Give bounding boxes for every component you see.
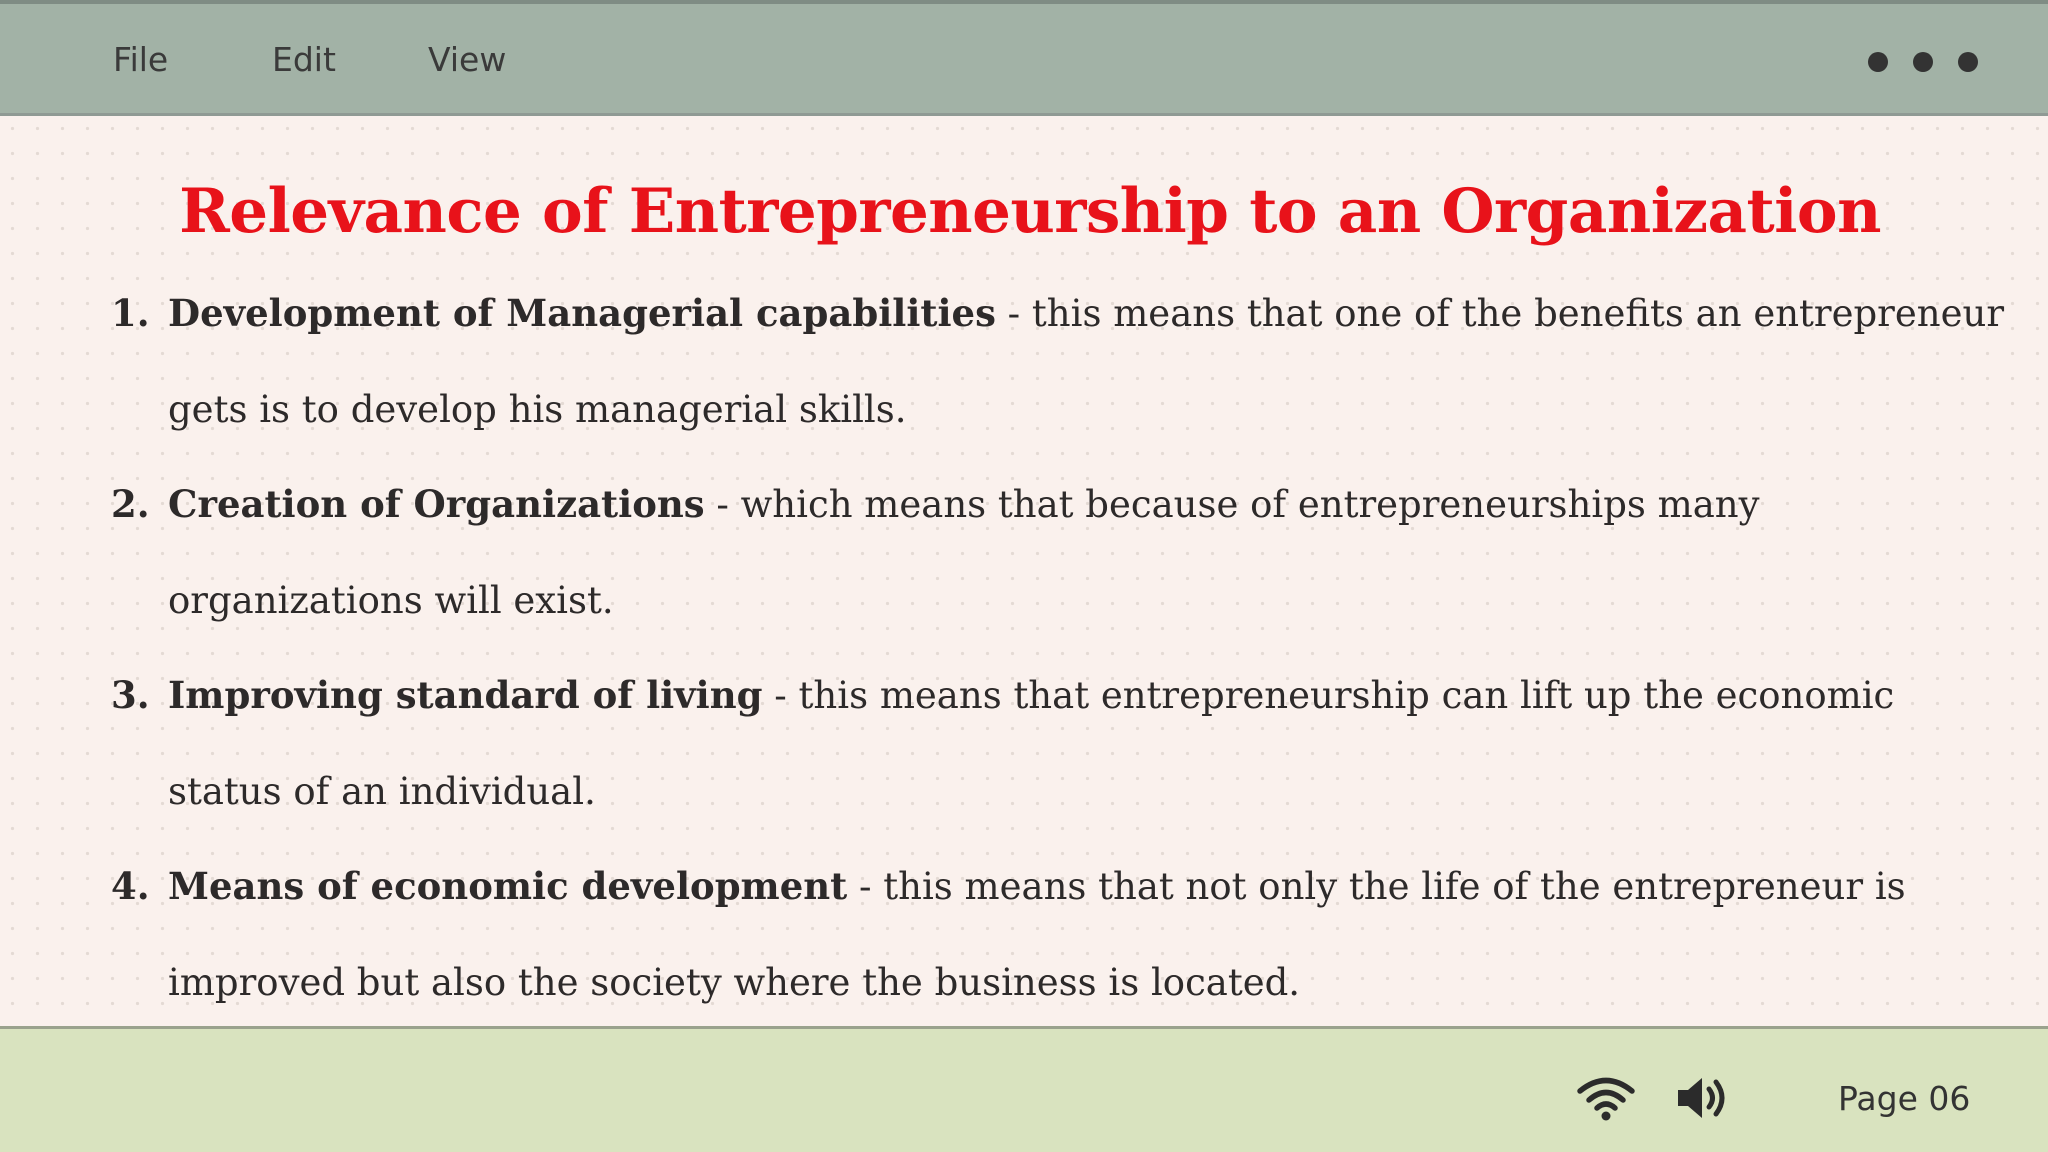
item-number: 2. (111, 482, 150, 526)
menu-file[interactable]: File (113, 40, 168, 79)
slide-content: Relevance of Entrepreneurship to an Orga… (0, 116, 2048, 1028)
item-number: 3. (111, 673, 150, 717)
slide-title: Relevance of Entrepreneurship to an Orga… (179, 176, 1881, 247)
item-term: Creation of Organizations (168, 482, 705, 526)
item-number: 1. (111, 291, 150, 335)
item-term: Development of Managerial capabilities (168, 291, 996, 335)
menu-edit[interactable]: Edit (272, 40, 336, 79)
item-term: Means of economic development (168, 864, 848, 908)
list-item: 4. Means of economic development - this … (0, 839, 2048, 1030)
list-item: 2. Creation of Organizations - which mea… (0, 457, 2048, 648)
menu-view[interactable]: View (428, 40, 506, 79)
relevance-list: 1. Development of Managerial capabilitie… (0, 266, 2048, 1030)
more-dot (1958, 52, 1978, 72)
menu-bar: File Edit View (0, 0, 2048, 116)
more-dot (1868, 52, 1888, 72)
page-indicator: Page 06 (1838, 1079, 1971, 1118)
list-item: 1. Development of Managerial capabilitie… (0, 266, 2048, 457)
volume-icon[interactable] (1674, 1074, 1732, 1122)
wifi-icon[interactable] (1576, 1074, 1636, 1122)
more-dot (1913, 52, 1933, 72)
list-item: 3. Improving standard of living - this m… (0, 648, 2048, 839)
more-horizontal-icon[interactable] (1868, 50, 1978, 74)
item-term: Improving standard of living (168, 673, 763, 717)
status-bar: Page 06 (0, 1026, 2048, 1152)
item-number: 4. (111, 864, 150, 908)
app-window: File Edit View Relevance of Entrepreneur… (0, 0, 2048, 1152)
